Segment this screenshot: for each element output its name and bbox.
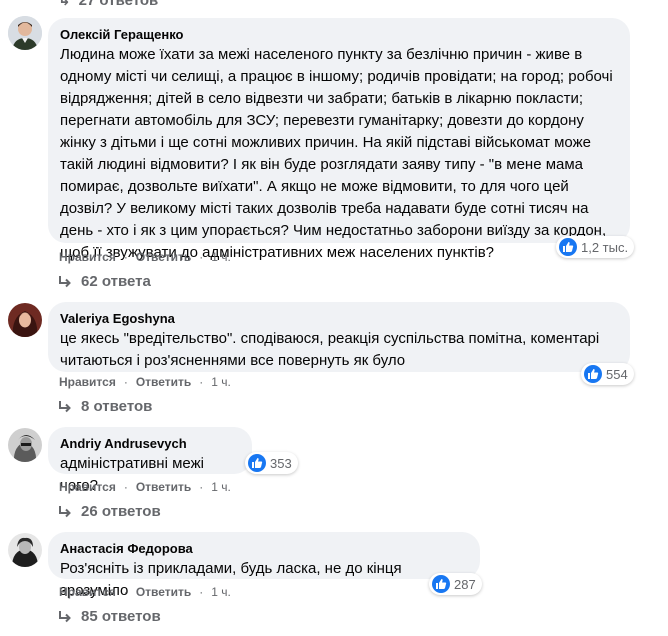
comment-text: Людина може їхати за межі населеного пун… bbox=[60, 46, 613, 261]
avatar[interactable] bbox=[8, 16, 42, 50]
comment-author[interactable]: Valeriya Egoshyna bbox=[60, 310, 618, 327]
separator: · bbox=[123, 585, 128, 599]
reply-arrow-icon bbox=[59, 400, 71, 412]
comment-time[interactable]: 1 ч. bbox=[211, 250, 231, 264]
replies-count: 85 ответов bbox=[81, 608, 161, 625]
avatar[interactable] bbox=[8, 303, 42, 337]
view-replies-link[interactable]: 26 ответов bbox=[58, 503, 161, 520]
avatar[interactable] bbox=[8, 533, 42, 567]
view-replies-link[interactable]: 8 ответов bbox=[58, 398, 152, 415]
like-reaction-icon bbox=[432, 575, 450, 593]
like-button[interactable]: Нравится bbox=[59, 585, 116, 599]
comment-time[interactable]: 1 ч. bbox=[211, 375, 231, 389]
comment-actions: Нравится · Ответить · 1 ч. bbox=[59, 250, 231, 264]
replies-link-partial[interactable]: ↳ 27 ответов bbox=[58, 0, 158, 9]
like-reaction-icon bbox=[559, 238, 577, 256]
comment-time[interactable]: 1 ч. bbox=[211, 480, 231, 494]
separator: · bbox=[199, 585, 204, 599]
comment-bubble: Анастасія Федорова Роз'ясніть із приклад… bbox=[48, 532, 480, 599]
reply-button[interactable]: Ответить bbox=[136, 480, 191, 494]
separator: · bbox=[199, 375, 204, 389]
comment-time[interactable]: 1 ч. bbox=[211, 585, 231, 599]
comment-actions: Нравится · Ответить · 1 ч. bbox=[59, 585, 231, 599]
comment-bubble: Олексій Геращенко Людина може їхати за м… bbox=[48, 18, 630, 261]
separator: · bbox=[123, 375, 128, 389]
reply-arrow-icon bbox=[59, 505, 71, 517]
avatar[interactable] bbox=[8, 428, 42, 462]
like-button[interactable]: Нравится bbox=[59, 375, 116, 389]
reaction-number: 554 bbox=[606, 366, 628, 382]
separator: · bbox=[199, 250, 204, 264]
reaction-number: 353 bbox=[270, 455, 292, 471]
reaction-count[interactable]: 1,2 тыс. bbox=[556, 236, 635, 258]
like-button[interactable]: Нравится bbox=[59, 480, 116, 494]
reply-arrow-icon bbox=[59, 610, 71, 622]
comment-bubble: Valeriya Egoshyna це якесь "вредітельств… bbox=[48, 302, 630, 372]
user-photo-icon bbox=[8, 428, 42, 462]
reaction-count[interactable]: 554 bbox=[581, 363, 634, 385]
reaction-number: 1,2 тыс. bbox=[581, 239, 629, 255]
comment-actions: Нравится · Ответить · 1 ч. bbox=[59, 375, 231, 389]
comment-author[interactable]: Олексій Геращенко bbox=[60, 26, 618, 43]
reply-button[interactable]: Ответить bbox=[136, 585, 191, 599]
user-photo-icon bbox=[8, 16, 42, 50]
view-replies-link[interactable]: 62 ответа bbox=[58, 273, 151, 290]
comment-bubble: Andriy Andrusevych адміністративні межі … bbox=[48, 427, 252, 494]
user-photo-icon bbox=[8, 533, 42, 567]
replies-count: 26 ответов bbox=[81, 503, 161, 520]
user-photo-icon bbox=[8, 303, 42, 337]
comment-text: це якесь "вредітельство". сподіваюся, ре… bbox=[60, 330, 600, 369]
separator: · bbox=[123, 250, 128, 264]
separator: · bbox=[123, 480, 128, 494]
reaction-count[interactable]: 353 bbox=[245, 452, 298, 474]
like-reaction-icon bbox=[248, 454, 266, 472]
replies-count: 8 ответов bbox=[81, 398, 153, 415]
reaction-number: 287 bbox=[454, 576, 476, 592]
reply-button[interactable]: Ответить bbox=[136, 250, 191, 264]
comment-author[interactable]: Andriy Andrusevych bbox=[60, 435, 240, 452]
comment-author[interactable]: Анастасія Федорова bbox=[60, 540, 468, 557]
reaction-count[interactable]: 287 bbox=[429, 573, 482, 595]
comment-actions: Нравится · Ответить · 1 ч. bbox=[59, 480, 231, 494]
reply-arrow-icon bbox=[59, 275, 71, 287]
like-reaction-icon bbox=[584, 365, 602, 383]
replies-count: 62 ответа bbox=[81, 273, 151, 290]
reply-button[interactable]: Ответить bbox=[136, 375, 191, 389]
reply-arrow-icon: ↳ bbox=[58, 0, 71, 9]
view-replies-link[interactable]: 85 ответов bbox=[58, 608, 161, 625]
like-button[interactable]: Нравится bbox=[59, 250, 116, 264]
separator: · bbox=[199, 480, 204, 494]
